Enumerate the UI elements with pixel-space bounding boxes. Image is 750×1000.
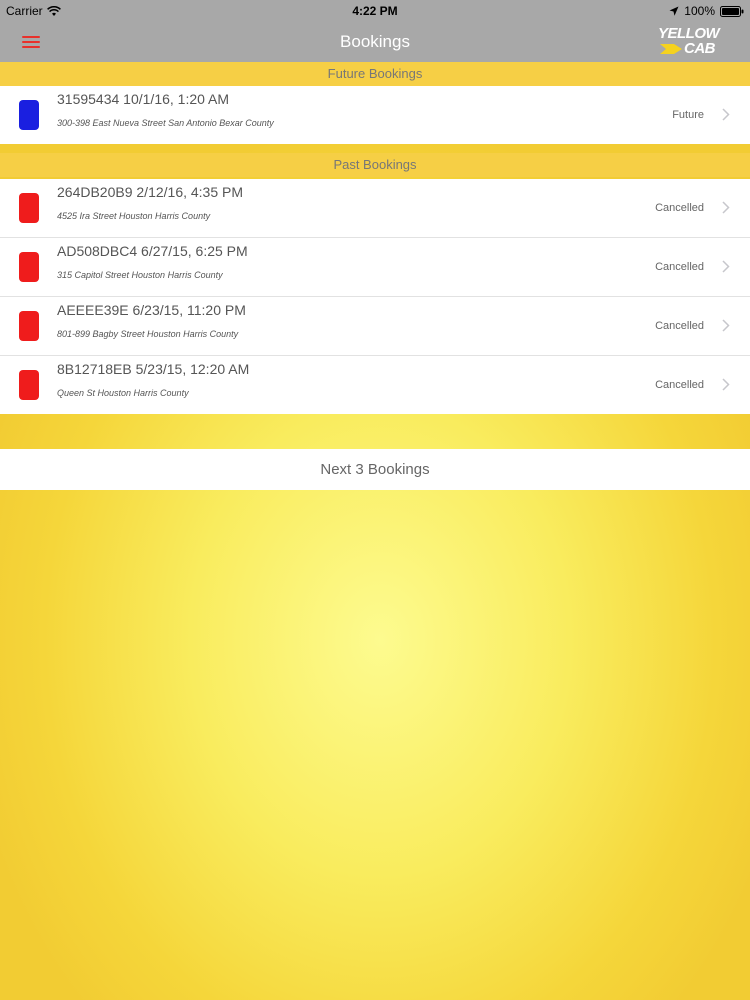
booking-status: Cancelled — [655, 379, 704, 391]
booking-address: 315 Capitol Street Houston Harris County — [57, 270, 223, 280]
booking-status-marker — [19, 100, 39, 130]
chevron-right-icon — [722, 260, 730, 278]
chevron-right-icon — [722, 319, 730, 337]
booking-status-marker — [19, 252, 39, 282]
chevron-right-icon — [722, 378, 730, 396]
booking-address: 4525 Ira Street Houston Harris County — [57, 211, 211, 221]
chevron-right-icon — [722, 108, 730, 126]
booking-title: 31595434 10/1/16, 1:20 AM — [57, 91, 230, 107]
booking-title: 8B12718EB 5/23/15, 12:20 AM — [57, 361, 250, 377]
status-bar: Carrier 4:22 PM 100% — [0, 0, 750, 22]
location-icon — [669, 6, 679, 17]
logo-line2: CAB — [684, 40, 716, 57]
next-bookings-button[interactable]: Next 3 Bookings — [0, 449, 750, 490]
past-bookings-header: Past Bookings — [0, 153, 750, 177]
booking-address: 300-398 East Nueva Street San Antonio Be… — [57, 118, 274, 128]
battery-percent: 100% — [684, 4, 715, 18]
past-bookings-list: 264DB20B9 2/12/16, 4:35 PM 4525 Ira Stre… — [0, 179, 750, 414]
chevron-right-icon — [722, 201, 730, 219]
booking-status: Cancelled — [655, 202, 704, 214]
booking-title: AD508DBC4 6/27/15, 6:25 PM — [57, 243, 248, 259]
nav-bar: Bookings YELLOW CAB — [0, 22, 750, 62]
status-time: 4:22 PM — [352, 4, 398, 18]
booking-row[interactable]: AEEEE39E 6/23/15, 11:20 PM 801-899 Bagby… — [0, 297, 750, 356]
future-bookings-header: Future Bookings — [0, 62, 750, 86]
logo-arrow-icon — [660, 44, 682, 54]
yellow-cab-logo: YELLOW CAB — [658, 25, 728, 59]
future-bookings-list: 31595434 10/1/16, 1:20 AM 300-398 East N… — [0, 86, 750, 144]
booking-title: AEEEE39E 6/23/15, 11:20 PM — [57, 302, 246, 318]
booking-row[interactable]: AD508DBC4 6/27/15, 6:25 PM 315 Capitol S… — [0, 238, 750, 297]
booking-address: Queen St Houston Harris County — [57, 388, 189, 398]
booking-status: Cancelled — [655, 261, 704, 273]
booking-row[interactable]: 8B12718EB 5/23/15, 12:20 AM Queen St Hou… — [0, 356, 750, 414]
booking-row[interactable]: 31595434 10/1/16, 1:20 AM 300-398 East N… — [0, 86, 750, 144]
booking-status: Future — [672, 109, 704, 121]
booking-status-marker — [19, 311, 39, 341]
booking-address: 801-899 Bagby Street Houston Harris Coun… — [57, 329, 239, 339]
page-title: Bookings — [340, 32, 410, 51]
status-right: 100% — [669, 4, 744, 18]
battery-icon — [720, 5, 744, 17]
booking-status: Cancelled — [655, 320, 704, 332]
booking-status-marker — [19, 370, 39, 400]
booking-status-marker — [19, 193, 39, 223]
booking-title: 264DB20B9 2/12/16, 4:35 PM — [57, 184, 244, 200]
booking-row[interactable]: 264DB20B9 2/12/16, 4:35 PM 4525 Ira Stre… — [0, 179, 750, 238]
